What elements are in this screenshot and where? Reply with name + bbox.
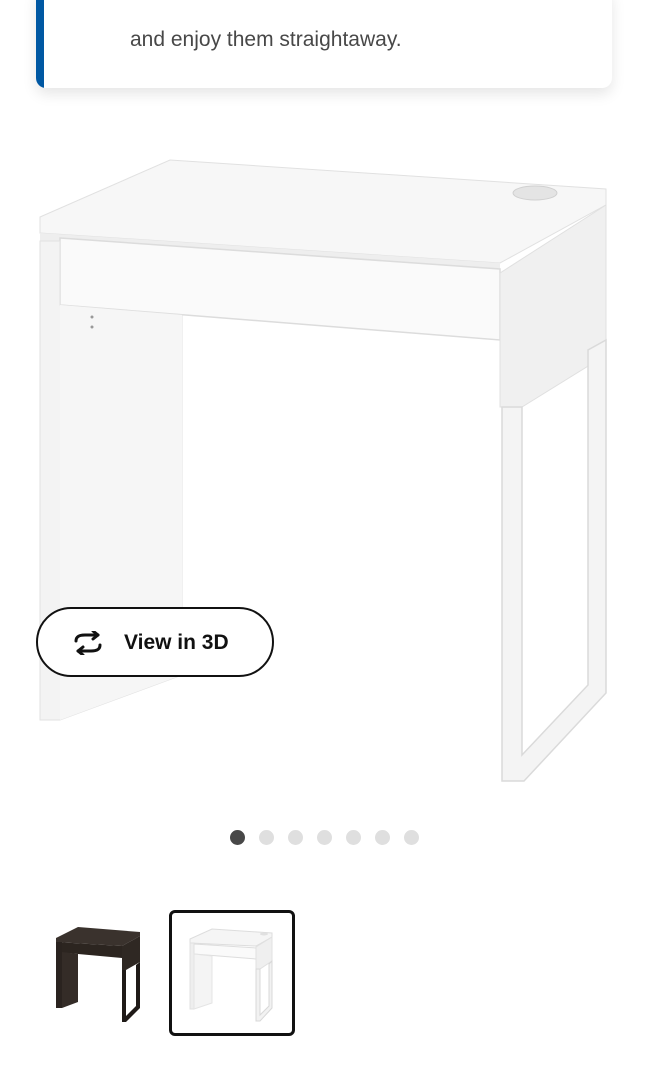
banner-accent-bar — [36, 0, 44, 88]
rotate-3d-icon — [74, 631, 102, 655]
black-desk-thumbnail-image — [56, 927, 140, 1022]
carousel-dot[interactable] — [346, 830, 361, 845]
carousel-dot[interactable] — [288, 830, 303, 845]
product-image — [39, 159, 607, 782]
carousel-dot[interactable] — [317, 830, 332, 845]
thumbnail-black-brown[interactable] — [40, 910, 166, 1036]
thumbnail-white[interactable] — [169, 910, 295, 1036]
banner-text: and enjoy them straightaway. — [130, 28, 402, 51]
carousel-dot[interactable] — [375, 830, 390, 845]
carousel-dot[interactable] — [230, 830, 245, 845]
view-in-3d-label: View in 3D — [124, 631, 229, 654]
carousel-dot[interactable] — [259, 830, 274, 845]
white-desk-thumbnail-image — [189, 928, 273, 1022]
view-in-3d-button[interactable]: View in 3D — [36, 607, 274, 677]
info-banner: and enjoy them straightaway. — [36, 0, 612, 88]
carousel-dot[interactable] — [404, 830, 419, 845]
